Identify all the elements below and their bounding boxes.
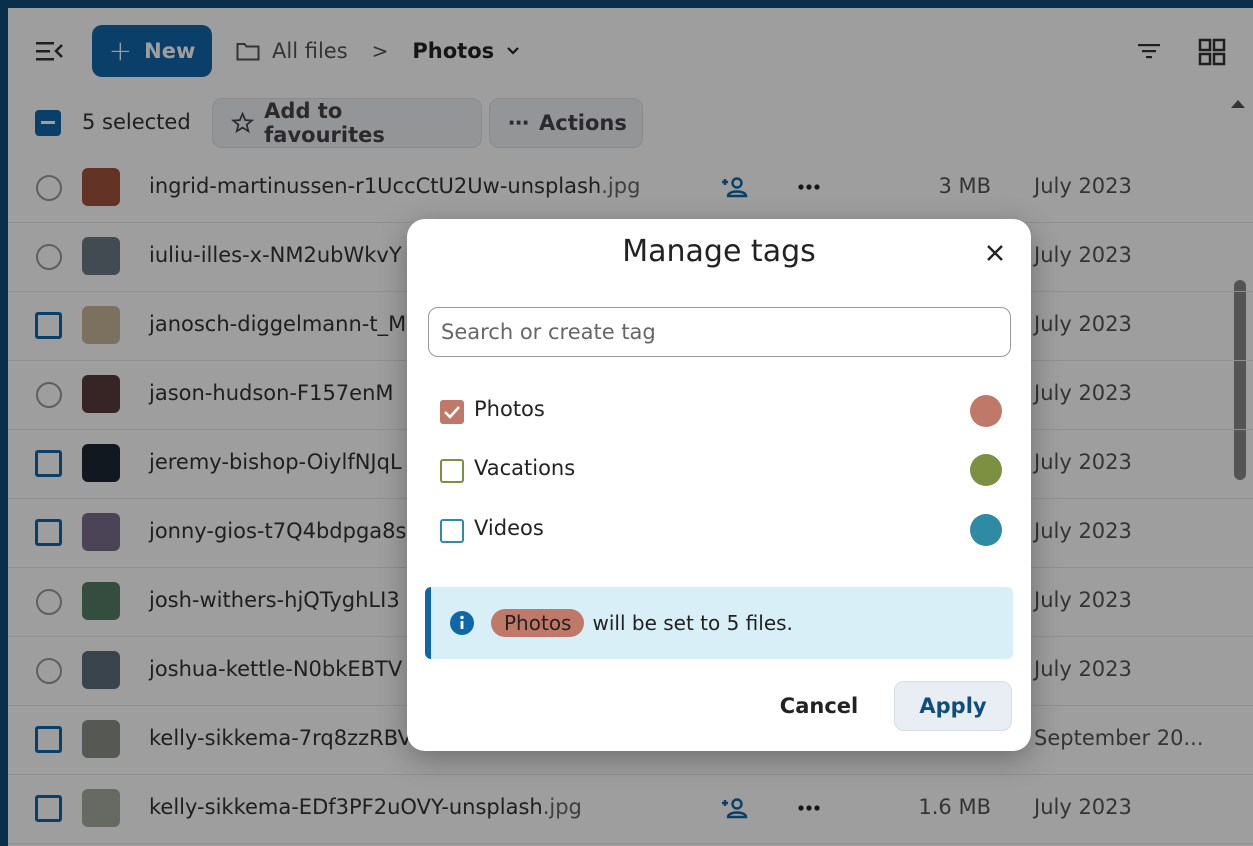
tag-color-swatch[interactable] bbox=[970, 514, 1002, 546]
cancel-button[interactable]: Cancel bbox=[763, 681, 875, 731]
tag-search-input[interactable] bbox=[428, 307, 1011, 357]
close-icon[interactable] bbox=[985, 243, 1005, 263]
tag-color-swatch[interactable] bbox=[970, 395, 1002, 427]
tag-checkbox[interactable] bbox=[440, 519, 464, 543]
tag-item-videos[interactable]: Videos bbox=[440, 509, 1010, 549]
tag-checkbox[interactable] bbox=[440, 459, 464, 483]
tag-name: Photos bbox=[474, 397, 545, 421]
checkmark-icon bbox=[444, 406, 460, 419]
tag-name: Videos bbox=[474, 516, 544, 540]
dialog-title: Manage tags bbox=[622, 234, 816, 269]
tag-item-vacations[interactable]: Vacations bbox=[440, 449, 1010, 489]
tag-chip: Photos bbox=[491, 609, 585, 637]
manage-tags-dialog: Manage tags Photos Vacations Videos Phot… bbox=[407, 219, 1031, 751]
info-icon bbox=[450, 611, 474, 635]
tag-checkbox[interactable] bbox=[440, 400, 464, 424]
apply-button[interactable]: Apply bbox=[894, 681, 1012, 731]
tag-color-swatch[interactable] bbox=[970, 454, 1002, 486]
tag-item-photos[interactable]: Photos bbox=[440, 390, 1010, 430]
tag-name: Vacations bbox=[474, 456, 576, 480]
info-text: will be set to 5 files. bbox=[592, 611, 793, 635]
info-notice: Photos will be set to 5 files. bbox=[425, 587, 1013, 659]
